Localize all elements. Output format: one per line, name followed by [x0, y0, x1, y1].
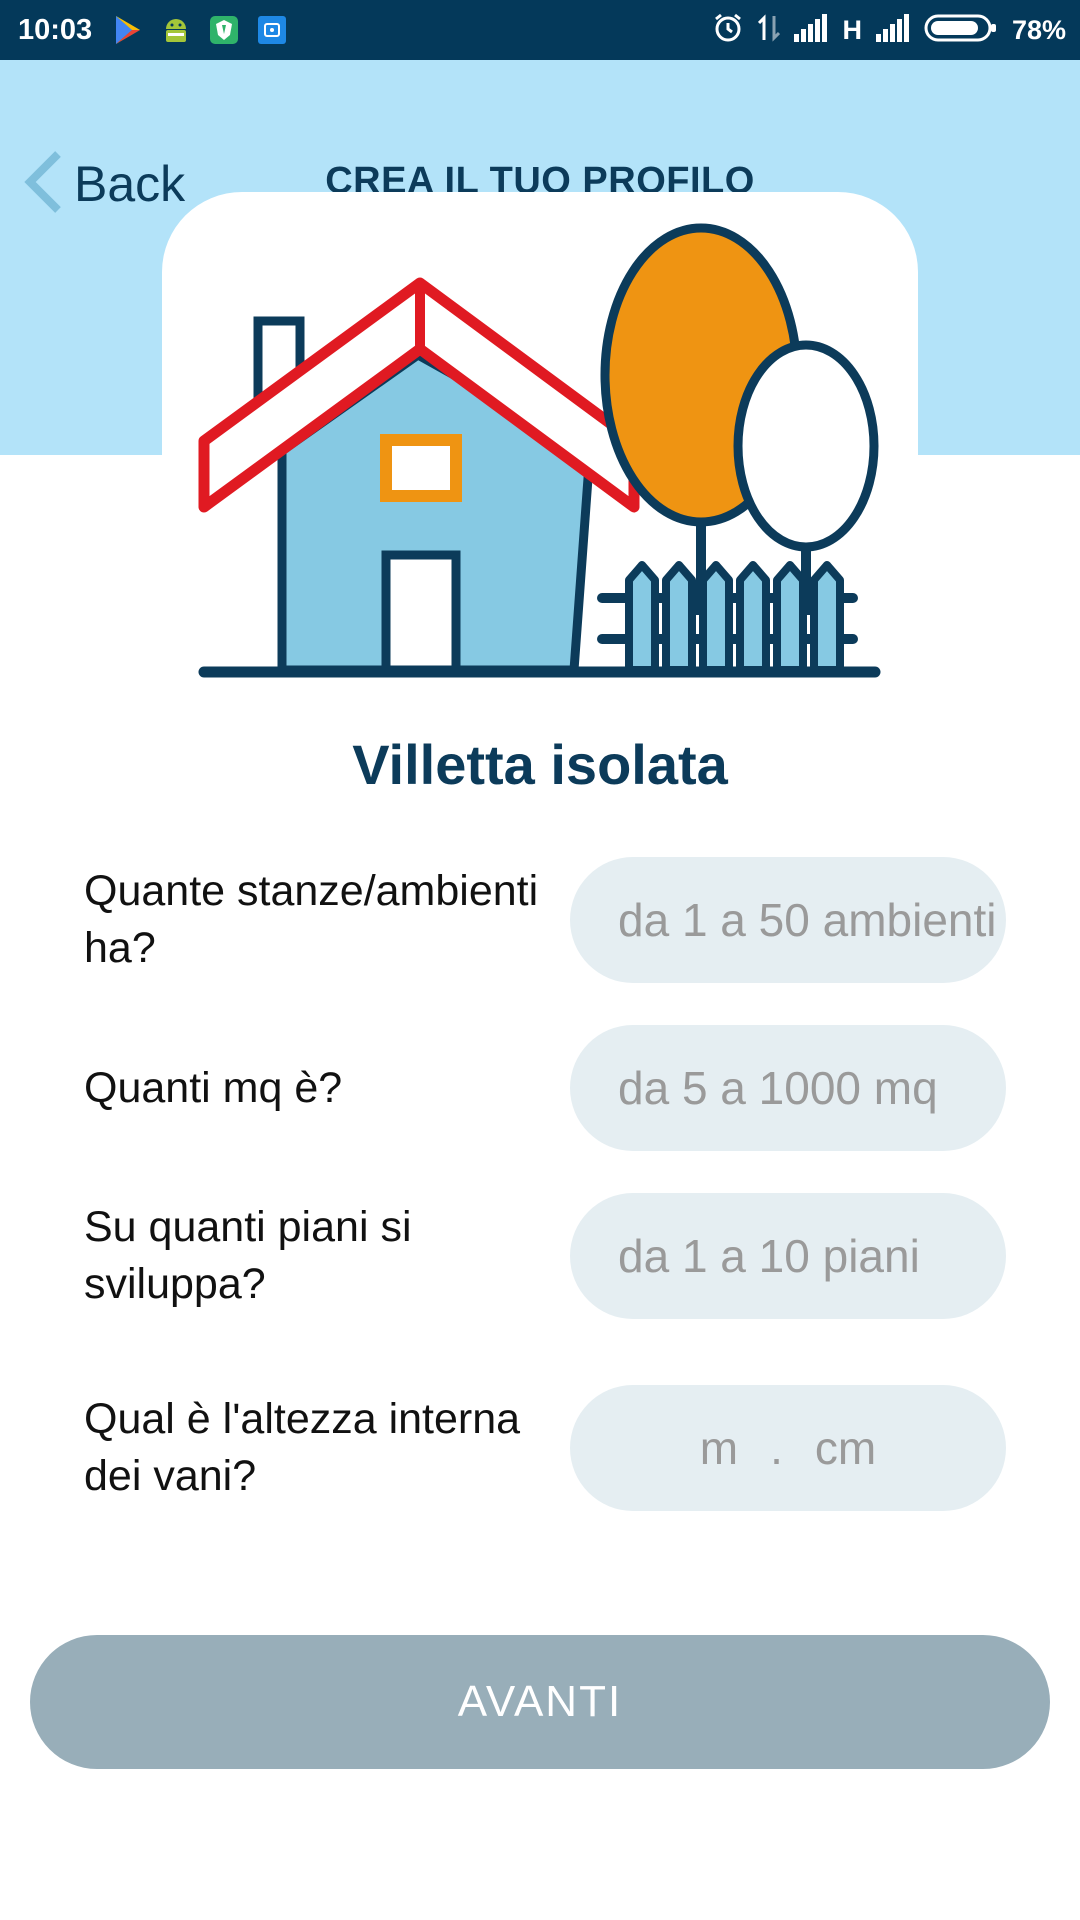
area-input[interactable]	[570, 1061, 1006, 1115]
floors-input[interactable]	[570, 1229, 1006, 1283]
next-button[interactable]: AVANTI	[30, 1635, 1050, 1769]
network-type: H	[842, 14, 862, 45]
battery-icon	[924, 13, 998, 48]
height-cm-placeholder[interactable]: cm	[815, 1421, 876, 1475]
detached-house-with-trees-icon	[190, 215, 890, 690]
signal-icon	[794, 13, 828, 47]
floors-label: Su quanti piani si sviluppa?	[84, 1203, 412, 1308]
floors-field[interactable]	[570, 1193, 1006, 1319]
status-indicators: H 78%	[712, 0, 1066, 60]
area-field[interactable]	[570, 1025, 1006, 1151]
data-transfer-icon	[758, 12, 781, 49]
signal-icon-secondary	[875, 13, 910, 47]
area-row: Quanti mq è?	[0, 1025, 1080, 1151]
height-row: Qual è l'altezza interna dei vani? m . c…	[0, 1385, 1080, 1511]
height-separator: .	[770, 1422, 783, 1474]
height-label: Qual è l'altezza interna dei vani?	[84, 1395, 521, 1500]
rooms-field[interactable]	[570, 857, 1006, 983]
house-type-title: Villetta isolata	[352, 733, 728, 796]
status-time: 10:03	[18, 14, 93, 46]
shield-app-icon	[208, 14, 240, 46]
notification-icons	[112, 14, 288, 46]
alarm-icon	[712, 12, 744, 49]
android-debug-icon	[160, 14, 192, 46]
rooms-row: Quante stanze/ambienti ha?	[0, 857, 1080, 983]
status-bar: 10:03 H 78%	[0, 0, 1080, 60]
floors-row: Su quanti piani si sviluppa?	[0, 1193, 1080, 1319]
height-meters-placeholder[interactable]: m	[700, 1421, 738, 1475]
rooms-input[interactable]	[570, 893, 1006, 947]
battery-percent: 78%	[1011, 14, 1066, 45]
blue-app-icon	[256, 14, 288, 46]
area-label: Quanti mq è?	[84, 1063, 343, 1112]
rooms-label: Quante stanze/ambienti ha?	[84, 867, 539, 972]
height-field[interactable]: m . cm	[570, 1385, 1006, 1511]
play-store-icon	[112, 14, 144, 46]
